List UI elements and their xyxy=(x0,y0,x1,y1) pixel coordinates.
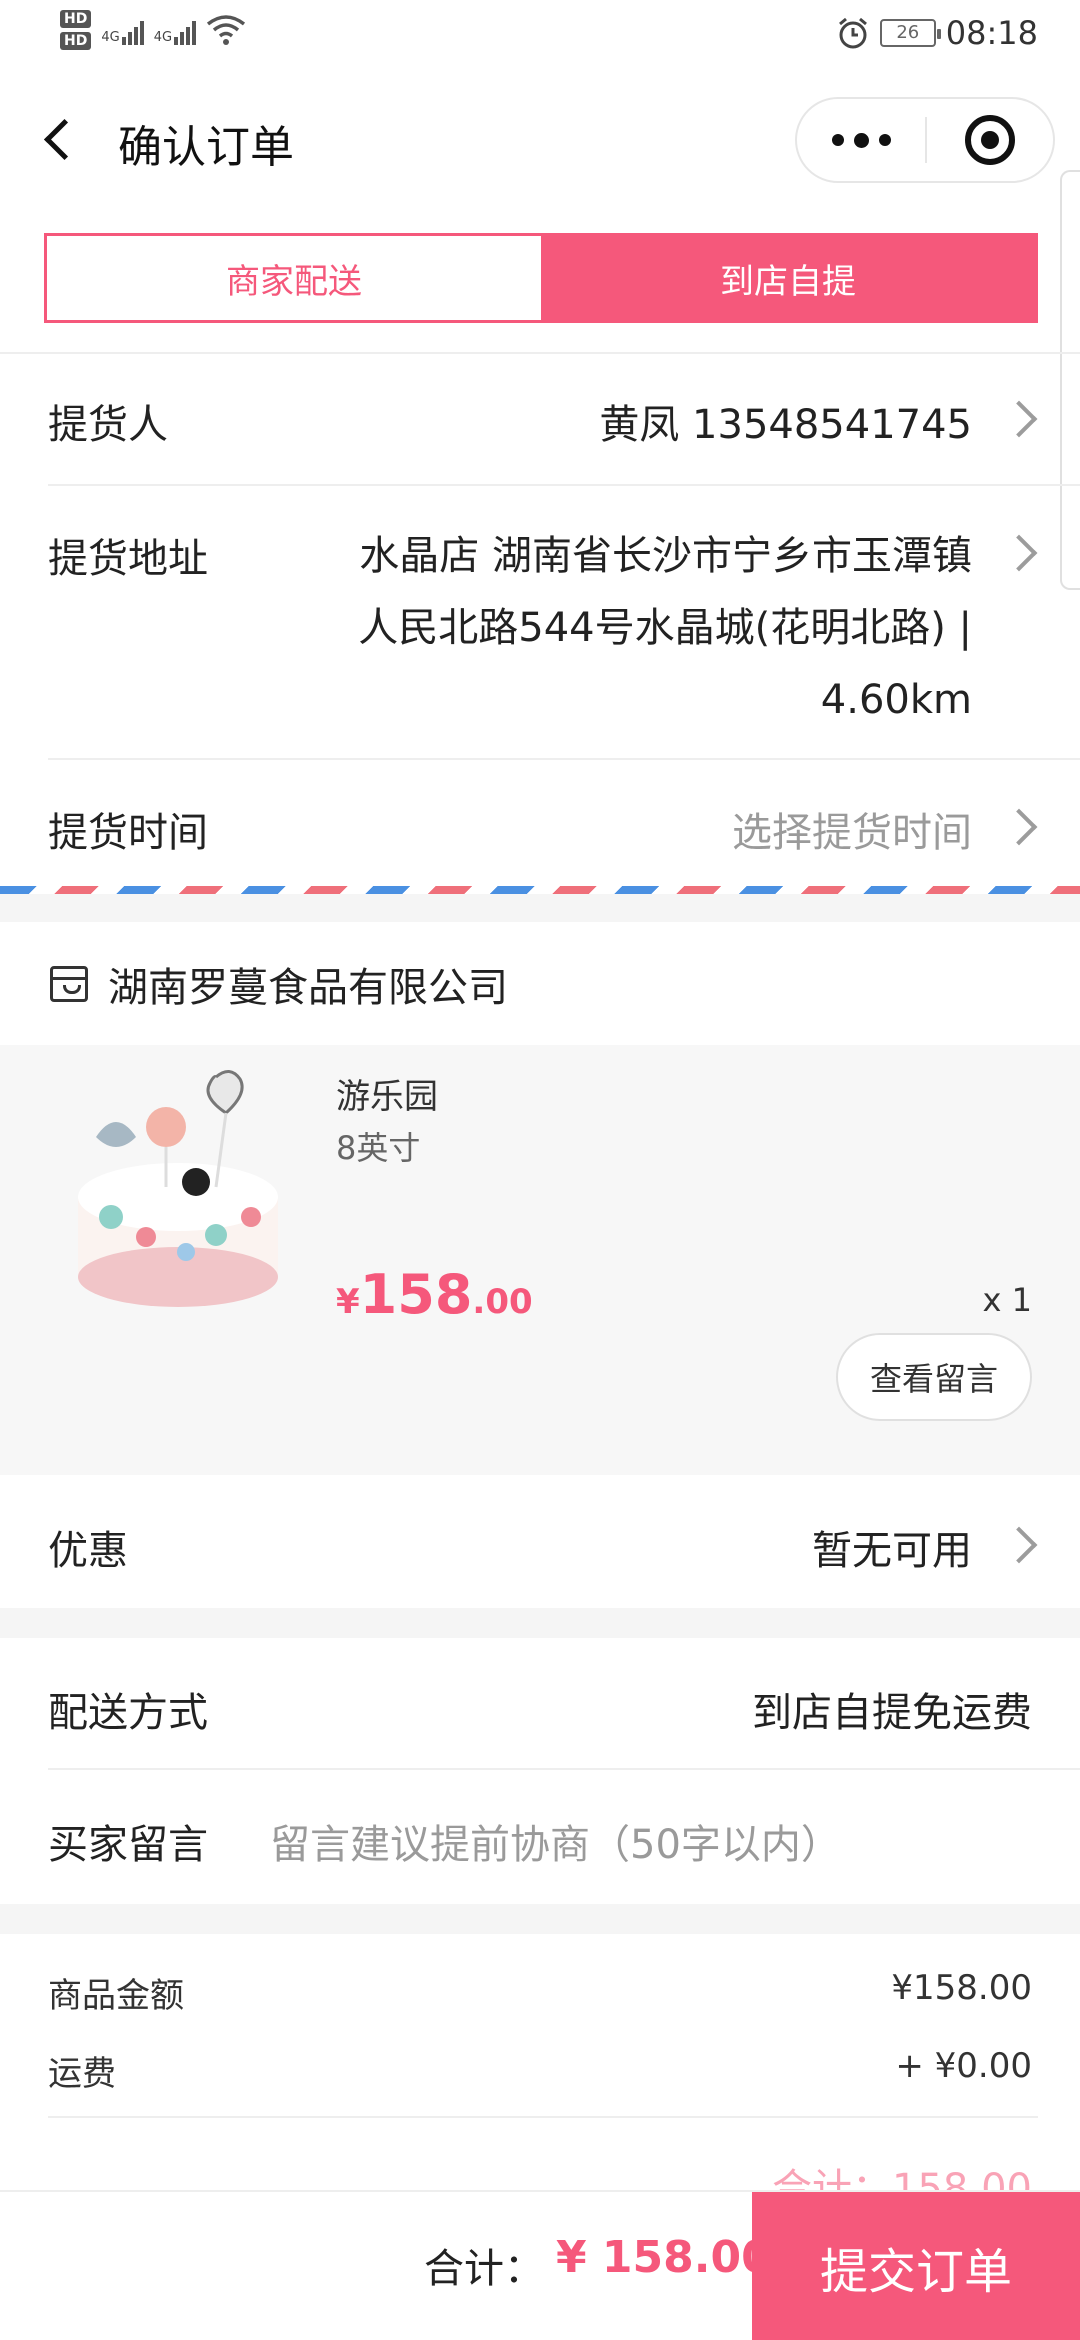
discount-label: 优惠 xyxy=(48,1528,128,1574)
bottom-action-bar: 合计： ¥ 158.00 提交订单 xyxy=(0,2190,1080,2340)
goods-amount-label: 商品金额 xyxy=(48,1976,184,2016)
product-spec: 8英寸 xyxy=(336,1129,421,1167)
pickup-time-label: 提货时间 xyxy=(48,810,208,856)
tab-merchant-delivery[interactable]: 商家配送 xyxy=(47,236,541,320)
divider xyxy=(48,484,1080,486)
divider xyxy=(48,758,1080,760)
nav-bar: 确认订单 xyxy=(0,75,1080,205)
freight-label: 运费 xyxy=(48,2054,116,2094)
view-message-button[interactable]: 查看留言 xyxy=(836,1333,1032,1421)
confirm-order-page: HD HD 4G 4G 26 08:18 确认订单 商家配送 到店自提 提货人 … xyxy=(0,0,1080,2340)
signal-icon: 4G xyxy=(101,15,144,45)
address-line-1: 水晶店 湖南省长沙市宁乡市玉潭镇 xyxy=(359,533,972,579)
goods-amount-value: ¥158.00 xyxy=(891,1968,1032,2008)
price-symbol: ¥ xyxy=(336,1282,360,1322)
hd2-label: HD xyxy=(60,32,92,50)
mini-program-target-icon[interactable] xyxy=(927,99,1053,181)
airmail-stripe-divider xyxy=(0,886,1080,894)
divider xyxy=(0,352,1080,354)
pickup-person-label: 提货人 xyxy=(48,402,168,448)
pickup-address-value[interactable]: 水晶店 湖南省长沙市宁乡市玉潭镇 人民北路544号水晶城(花明北路) | 4.6… xyxy=(272,520,972,736)
product-price: ¥158.00 xyxy=(336,1263,533,1326)
mini-program-capsule xyxy=(795,97,1055,183)
pickup-person-value[interactable]: 黄凤 13548541745 xyxy=(599,392,972,450)
cake-image xyxy=(78,1070,278,1307)
network-label-2: 4G xyxy=(153,30,173,45)
chevron-right-icon[interactable] xyxy=(1000,534,1038,572)
product-quantity: x 1 xyxy=(982,1281,1032,1319)
pickup-time-selector[interactable]: 选择提货时间 xyxy=(732,800,972,858)
status-right: 26 08:18 xyxy=(836,14,1038,52)
chevron-right-icon[interactable] xyxy=(1000,808,1038,846)
signal-icon-2: 4G xyxy=(153,15,197,45)
discount-value[interactable]: 暂无可用 xyxy=(812,1518,972,1576)
total-amount: ¥ 158.00 xyxy=(556,2232,772,2283)
hd1-label: HD xyxy=(60,10,92,28)
section-gap xyxy=(0,894,1080,922)
product-name: 游乐园 xyxy=(336,1077,438,1117)
divider xyxy=(48,1768,1080,1770)
page-title: 确认订单 xyxy=(118,122,294,173)
delivery-tabs: 商家配送 到店自提 xyxy=(44,233,1038,323)
network-label: 4G xyxy=(101,30,120,45)
tab-store-pickup[interactable]: 到店自提 xyxy=(541,236,1035,320)
wifi-icon xyxy=(206,15,246,45)
store-icon xyxy=(50,966,88,1002)
side-scroll-hint xyxy=(1060,170,1080,590)
hd-indicators: HD HD xyxy=(60,10,92,50)
chevron-right-icon[interactable] xyxy=(1000,400,1038,438)
status-left: HD HD 4G 4G xyxy=(60,10,246,50)
buyer-message-input[interactable]: 留言建议提前协商（50字以内） xyxy=(270,1812,841,1870)
status-bar: HD HD 4G 4G 26 08:18 xyxy=(0,0,1080,75)
back-arrow-icon[interactable] xyxy=(36,113,86,167)
more-dots-icon[interactable] xyxy=(797,99,925,181)
store-name: 湖南罗蔓食品有限公司 xyxy=(108,965,508,1011)
shipping-method-label: 配送方式 xyxy=(48,1690,208,1736)
price-decimal: .00 xyxy=(472,1282,533,1322)
section-gap xyxy=(0,1608,1080,1638)
buyer-message-label: 买家留言 xyxy=(48,1822,208,1868)
shipping-method-value: 到店自提免运费 xyxy=(752,1690,1032,1736)
pickup-address-label: 提货地址 xyxy=(48,536,208,582)
divider xyxy=(48,2116,1038,2118)
section-gap xyxy=(0,1904,1080,1934)
product-item: 游乐园 8英寸 ¥158.00 x 1 查看留言 xyxy=(0,1045,1080,1475)
chevron-right-icon[interactable] xyxy=(1000,1526,1038,1564)
submit-order-button[interactable]: 提交订单 xyxy=(752,2192,1080,2340)
total-label: 合计： xyxy=(424,2246,544,2292)
address-line-3: 4.60km xyxy=(820,677,972,723)
address-line-2: 人民北路544号水晶城(花明北路) | xyxy=(358,605,972,651)
price-integer: 158 xyxy=(359,1263,473,1326)
clock-time: 08:18 xyxy=(945,14,1038,52)
freight-value: + ¥0.00 xyxy=(895,2046,1032,2086)
alarm-icon xyxy=(838,17,867,49)
battery-icon: 26 xyxy=(879,19,941,47)
